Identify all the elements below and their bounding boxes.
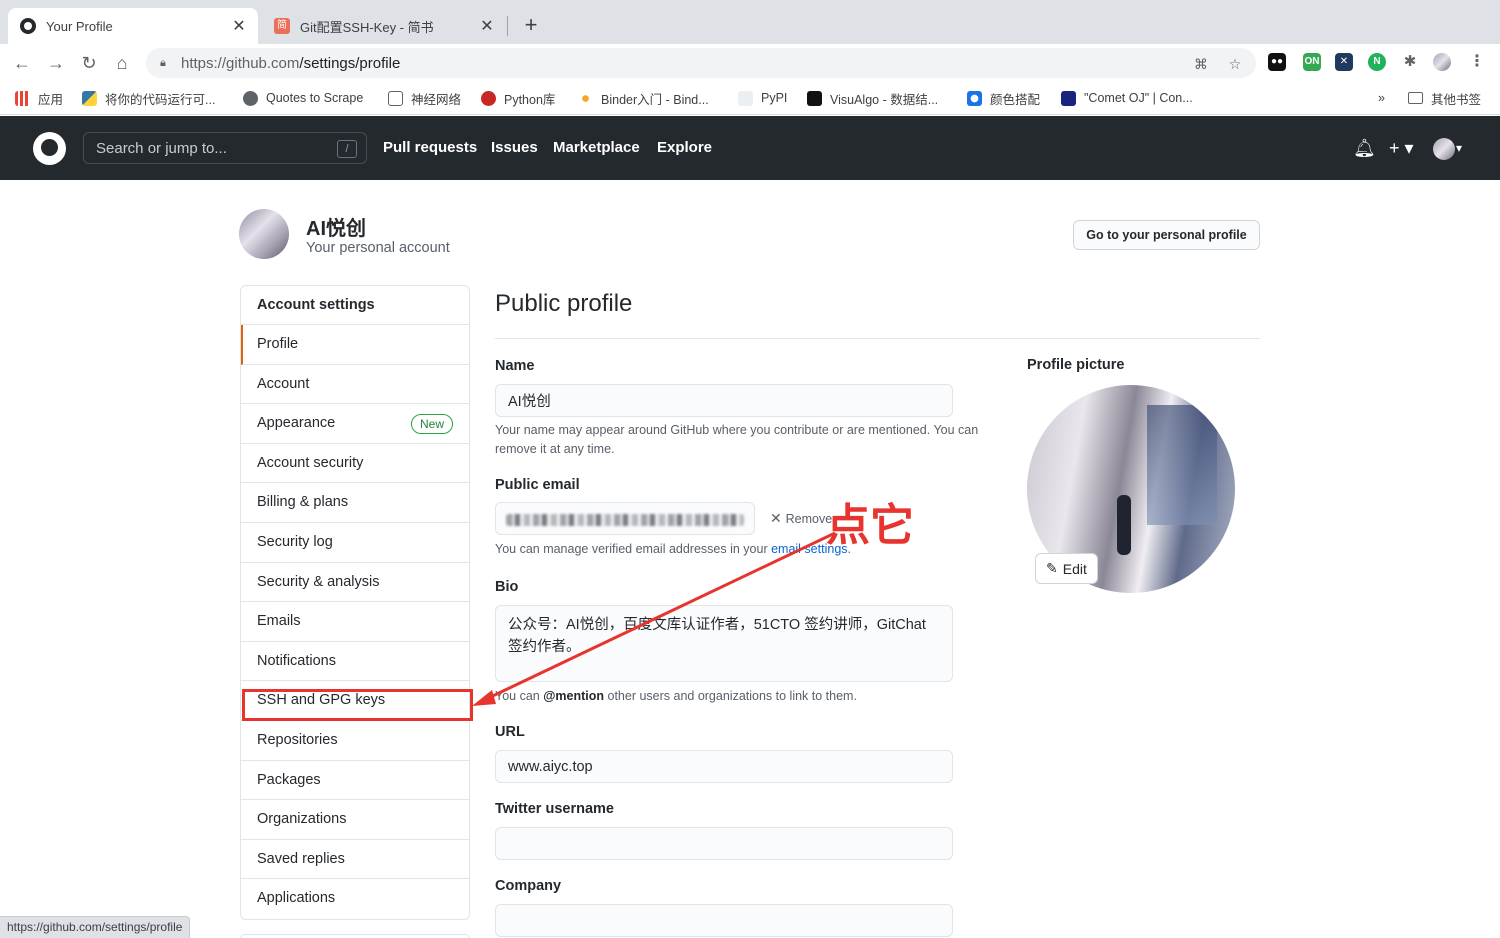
annotation-highlight-box [242,689,473,721]
annotation-arrow [472,531,836,706]
annotation-label: 点它 [826,500,914,551]
